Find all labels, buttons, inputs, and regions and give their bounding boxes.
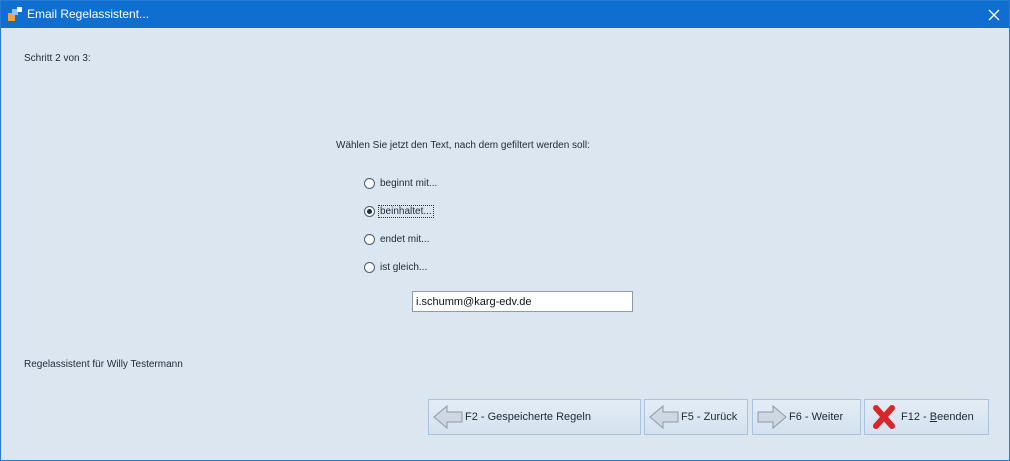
radio-button[interactable]: [364, 205, 375, 217]
option-label[interactable]: beinhaltet...: [378, 204, 434, 218]
window-title: Email Regelassistent...: [27, 7, 150, 21]
button-label: F6 - Weiter: [789, 411, 844, 423]
radio-button[interactable]: [364, 177, 375, 189]
exit-button[interactable]: F12 - Beenden: [864, 399, 989, 435]
option-endet-mit[interactable]: endet mit...: [364, 231, 430, 247]
radio-button[interactable]: [364, 233, 375, 245]
owner-label: Regelassistent für Willy Testermann: [24, 359, 183, 370]
saved-rules-button[interactable]: F2 - Gespeicherte Regeln: [428, 399, 641, 435]
option-beinhaltet[interactable]: beinhaltet...: [364, 203, 434, 219]
red-x-icon: [873, 405, 895, 429]
app-icon: [8, 7, 22, 21]
option-label[interactable]: ist gleich...: [379, 262, 428, 273]
button-label: F5 - Zurück: [681, 411, 738, 423]
prompt-text: Wählen Sie jetzt den Text, nach dem gefi…: [336, 140, 590, 151]
back-button[interactable]: F5 - Zurück: [644, 399, 748, 435]
next-button[interactable]: F6 - Weiter: [752, 399, 861, 435]
arrow-right-icon: [757, 404, 787, 430]
button-label: F12 - Beenden: [901, 411, 974, 423]
button-label: F2 - Gespeicherte Regeln: [465, 411, 591, 423]
close-icon: [988, 9, 1000, 20]
step-label: Schritt 2 von 3:: [24, 53, 91, 64]
option-label[interactable]: beginnt mit...: [379, 178, 438, 189]
title-bar[interactable]: Email Regelassistent...: [1, 1, 1009, 28]
option-beginnt-mit[interactable]: beginnt mit...: [364, 175, 438, 191]
close-button[interactable]: [979, 1, 1009, 28]
wizard-content: Schritt 2 von 3: Wählen Sie jetzt den Te…: [1, 28, 1009, 460]
option-ist-gleich[interactable]: ist gleich...: [364, 259, 428, 275]
radio-button[interactable]: [364, 261, 375, 273]
arrow-left-icon: [649, 404, 679, 430]
arrow-left-icon: [433, 404, 463, 430]
filter-text-input[interactable]: [412, 291, 633, 312]
wizard-window: Email Regelassistent... Schritt 2 von 3:…: [0, 0, 1010, 461]
option-label[interactable]: endet mit...: [379, 234, 430, 245]
